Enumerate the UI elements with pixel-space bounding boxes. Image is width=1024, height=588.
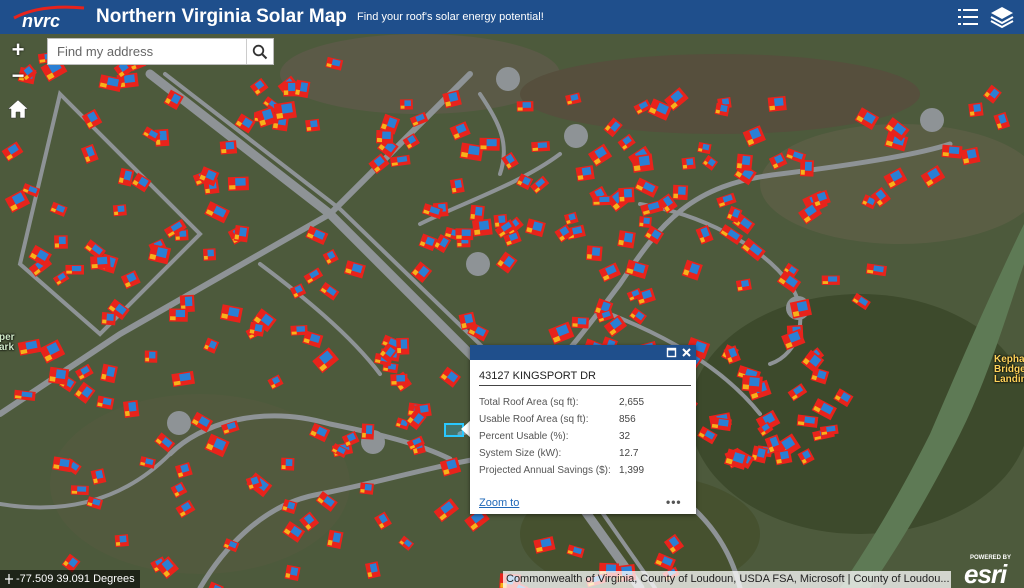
- attr-label: System Size (kW):: [479, 448, 562, 459]
- esri-logo: esri: [964, 559, 1007, 588]
- attr-value: 2,655: [619, 397, 645, 408]
- solar-roof[interactable]: [70, 485, 89, 496]
- solar-roof[interactable]: [48, 366, 70, 385]
- attr-row: Projected Annual Savings ($): 1,399: [479, 462, 689, 479]
- solar-roof[interactable]: [571, 316, 589, 329]
- solar-roof[interactable]: [144, 350, 158, 363]
- solar-roof[interactable]: [968, 102, 984, 118]
- solar-roof[interactable]: [280, 457, 295, 471]
- zoom-in-button[interactable]: +: [6, 38, 30, 62]
- search-input[interactable]: [48, 39, 246, 64]
- attr-row: Usable Roof Area (sq ft): 856: [479, 411, 689, 428]
- solar-roof[interactable]: [376, 129, 394, 144]
- popup-title: 43127 KINGSPORT DR: [479, 370, 596, 382]
- solar-roof[interactable]: [821, 275, 840, 285]
- solar-roof[interactable]: [449, 177, 465, 195]
- solar-roof[interactable]: [112, 204, 127, 217]
- solar-roof[interactable]: [361, 423, 375, 440]
- solar-roof[interactable]: [638, 216, 652, 228]
- solar-roof[interactable]: [294, 79, 311, 99]
- attr-label: Usable Roof Area (sq ft):: [479, 414, 589, 425]
- more-options-button[interactable]: •••: [666, 495, 682, 509]
- solar-roof[interactable]: [219, 140, 238, 155]
- solar-roof[interactable]: [479, 137, 500, 151]
- map-attribution: Commonwealth of Virginia, County of Loud…: [503, 571, 951, 588]
- attr-value: 32: [619, 431, 631, 442]
- solar-roof[interactable]: [65, 264, 84, 275]
- solar-roof[interactable]: [396, 337, 410, 355]
- attr-row: Percent Usable (%): 32: [479, 428, 689, 445]
- layers-icon[interactable]: [988, 4, 1016, 30]
- logo-text: nvrc: [22, 11, 60, 30]
- popup-attributes: Total Roof Area (sq ft): 2,655 Usable Ro…: [479, 394, 689, 479]
- attr-value: 12.7: [619, 448, 639, 459]
- app-header: nvrc Northern Virginia Solar Map Find yo…: [0, 0, 1024, 34]
- solar-roof[interactable]: [592, 195, 613, 206]
- solar-roof[interactable]: [575, 165, 595, 182]
- solar-roof[interactable]: [767, 95, 787, 112]
- solar-roof[interactable]: [455, 228, 474, 241]
- solar-roof[interactable]: [122, 400, 140, 418]
- solar-roof[interactable]: [359, 482, 374, 495]
- solar-roof[interactable]: [101, 312, 117, 326]
- popup-divider: [479, 385, 691, 386]
- coordinate-readout: -77.509 39.091 Degrees: [0, 570, 140, 588]
- kephart-bridge-landing-label: Kephar Bridge Landin: [994, 354, 1024, 385]
- solar-roof[interactable]: [202, 248, 217, 261]
- search-button[interactable]: [246, 39, 273, 64]
- solar-roof[interactable]: [284, 564, 301, 581]
- popup-header: [470, 345, 696, 360]
- solar-roof[interactable]: [531, 141, 551, 153]
- solar-roof[interactable]: [941, 144, 963, 159]
- solar-roof[interactable]: [54, 235, 68, 249]
- app-title: Northern Virginia Solar Map: [96, 6, 347, 27]
- close-icon[interactable]: [681, 347, 692, 358]
- nvrc-logo: nvrc: [13, 5, 85, 30]
- solar-roof[interactable]: [90, 255, 111, 270]
- solar-roof[interactable]: [169, 308, 188, 322]
- solar-roof[interactable]: [390, 373, 408, 386]
- solar-roof[interactable]: [469, 204, 485, 222]
- solar-roof[interactable]: [741, 374, 763, 393]
- park-label: per ark: [0, 332, 15, 353]
- search-icon: [252, 44, 268, 59]
- solar-roof[interactable]: [516, 101, 534, 112]
- attr-label: Percent Usable (%):: [479, 431, 569, 442]
- attr-label: Projected Annual Savings ($):: [479, 465, 611, 476]
- solar-roof[interactable]: [273, 100, 297, 121]
- solar-roof[interactable]: [672, 184, 689, 201]
- solar-roof[interactable]: [399, 99, 413, 110]
- maximize-icon[interactable]: [666, 347, 677, 358]
- attr-value: 1,399: [619, 465, 645, 476]
- zoom-out-button[interactable]: −: [6, 64, 30, 88]
- solar-roof[interactable]: [233, 225, 250, 243]
- app-subtitle: Find your roof's solar energy potential!: [357, 11, 544, 23]
- attr-label: Total Roof Area (sq ft):: [479, 397, 579, 408]
- zoom-to-link[interactable]: Zoom to: [479, 497, 519, 509]
- solar-roof[interactable]: [631, 153, 654, 173]
- legend-list-icon[interactable]: [954, 4, 982, 30]
- parcel-popup: 43127 KINGSPORT DR Total Roof Area (sq f…: [470, 345, 696, 514]
- solar-roof[interactable]: [305, 118, 321, 133]
- solar-roof[interactable]: [735, 153, 753, 172]
- solar-roof[interactable]: [586, 245, 603, 262]
- attr-row: System Size (kW): 12.7: [479, 445, 689, 462]
- solar-roof[interactable]: [618, 187, 635, 203]
- solar-roof[interactable]: [681, 157, 696, 170]
- solar-roof[interactable]: [617, 230, 636, 249]
- solar-roof[interactable]: [227, 176, 250, 191]
- solar-roof[interactable]: [114, 534, 129, 548]
- crosshair-icon: [5, 574, 13, 584]
- address-search: [47, 38, 274, 65]
- attr-value: 856: [619, 414, 636, 425]
- attr-row: Total Roof Area (sq ft): 2,655: [479, 394, 689, 411]
- home-icon[interactable]: [7, 98, 29, 120]
